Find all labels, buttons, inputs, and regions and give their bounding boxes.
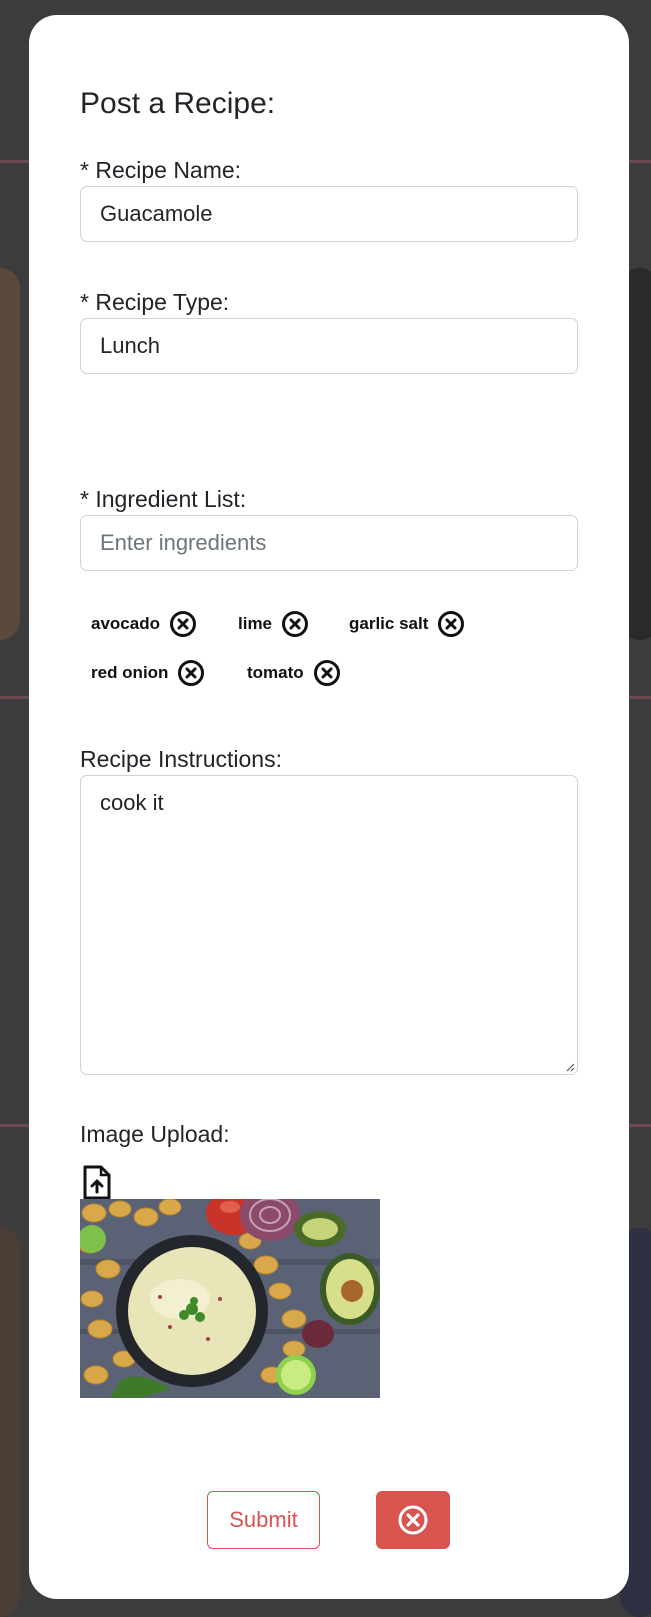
remove-tag-icon[interactable] [438, 611, 465, 637]
ingredient-tag-label: tomato [247, 663, 304, 682]
close-button[interactable] [376, 1491, 450, 1549]
background-image [0, 1228, 20, 1617]
file-upload-icon[interactable] [82, 1165, 112, 1201]
ingredient-tag: red onion [91, 660, 205, 686]
instructions-text: cook it [100, 790, 164, 815]
ingredient-tag-label: red onion [91, 663, 169, 682]
ingredient-tag-label: garlic salt [349, 614, 429, 633]
ingredient-tag: tomato [247, 660, 340, 686]
recipe-name-input[interactable]: Guacamole [80, 186, 578, 242]
modal-title: Post a Recipe: [80, 87, 276, 120]
uploaded-image-preview [80, 1199, 380, 1398]
remove-tag-icon[interactable] [282, 611, 309, 637]
remove-tag-icon[interactable] [169, 611, 196, 637]
background-image [0, 268, 20, 640]
recipe-type-input[interactable]: Lunch [80, 318, 578, 374]
remove-tag-icon[interactable] [178, 660, 205, 686]
ingredient-tag-label: lime [238, 614, 273, 633]
recipe-type-label: * Recipe Type: [80, 289, 230, 315]
ingredient-tag: lime [238, 611, 309, 637]
ingredient-input[interactable]: Enter ingredients [80, 515, 578, 571]
ingredient-tag: avocado [91, 611, 196, 637]
instructions-label: Recipe Instructions: [80, 746, 282, 772]
instructions-textarea[interactable]: cook it [80, 775, 578, 1075]
remove-tag-icon[interactable] [313, 660, 340, 686]
post-recipe-modal: Post a Recipe: * Recipe Name: Guacamole … [29, 15, 629, 1599]
ingredient-tag: garlic salt [349, 611, 465, 637]
ingredient-tag-label: avocado [91, 614, 160, 633]
submit-button[interactable]: Submit [207, 1491, 320, 1549]
resize-handle-icon[interactable] [563, 1060, 575, 1072]
close-circle-icon [398, 1505, 428, 1535]
ingredient-list-label: * Ingredient List: [80, 486, 247, 512]
image-upload-label: Image Upload: [80, 1121, 230, 1147]
recipe-name-label: * Recipe Name: [80, 157, 242, 183]
